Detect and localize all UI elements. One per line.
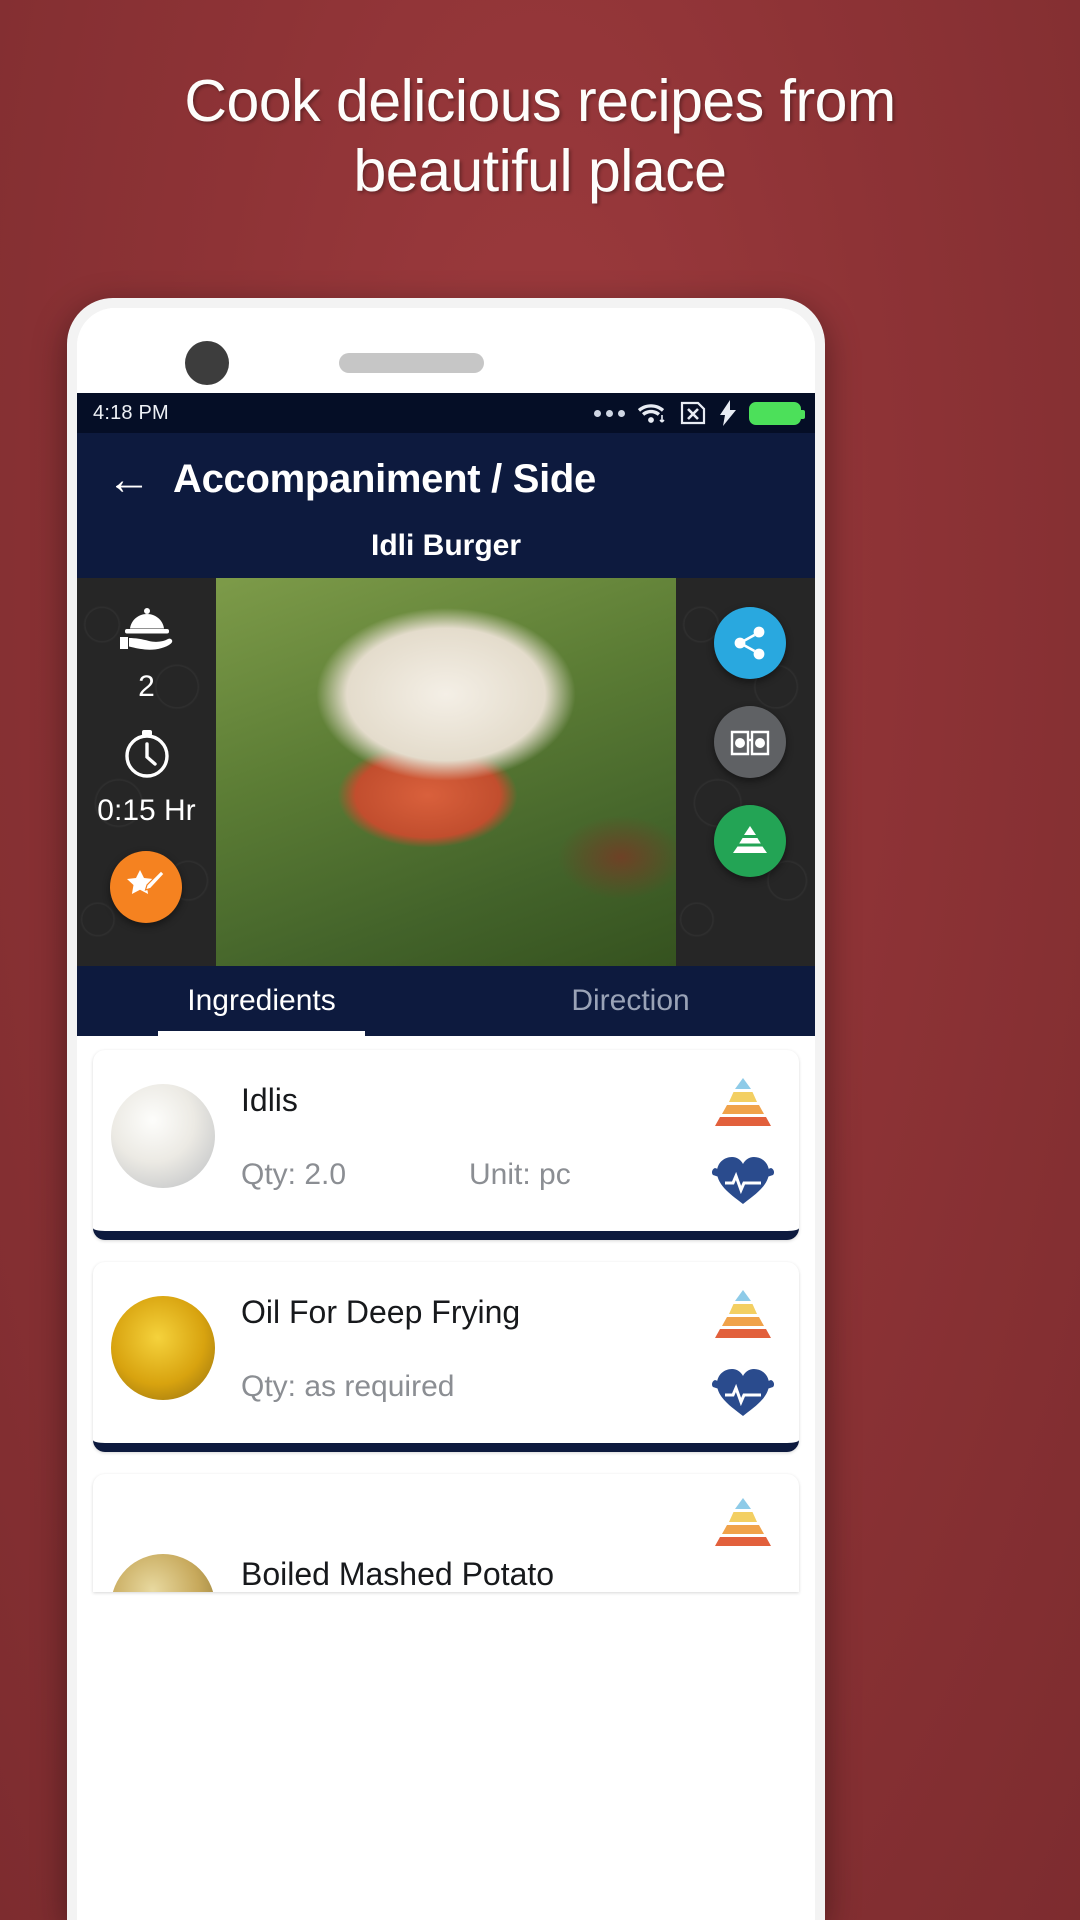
unit-label: Unit: xyxy=(469,1158,531,1191)
servings-value: 2 xyxy=(138,670,155,703)
star-edit-icon xyxy=(127,870,165,894)
tab-ingredients[interactable]: Ingredients xyxy=(77,966,446,1036)
recipe-photo xyxy=(216,578,676,966)
ingredient-name: Boiled Mashed Potato xyxy=(241,1556,555,1592)
ingredient-action-icons xyxy=(709,1496,777,1548)
battery-icon xyxy=(749,401,805,425)
cook-time-value: 0:15 Hr xyxy=(97,794,196,827)
ingredient-qty: Qty: 2.0 xyxy=(241,1158,469,1192)
phone-mockup: 4:18 PM ← Accompaniment / Side Idli Burg… xyxy=(67,298,825,1920)
food-pyramid-button[interactable] xyxy=(714,805,786,877)
food-pyramid-icon[interactable] xyxy=(709,1076,777,1128)
front-camera-icon xyxy=(185,341,229,385)
phone-screen: 4:18 PM ← Accompaniment / Side Idli Burg… xyxy=(77,393,815,1920)
cook-time-stat: 0:15 Hr xyxy=(77,728,216,830)
recipe-title: Idli Burger xyxy=(77,526,815,578)
ingredient-card[interactable]: Boiled Mashed Potato xyxy=(93,1474,799,1592)
hero-left-panel: 2 0:15 Hr xyxy=(77,578,216,966)
muscle-heart-icon[interactable] xyxy=(711,1364,775,1420)
ingredient-card[interactable]: Oil For Deep Frying Qty: as required xyxy=(93,1262,799,1452)
qty-label: Qty: xyxy=(241,1370,297,1403)
charging-bolt-icon xyxy=(719,400,737,426)
unit-value: pc xyxy=(539,1158,571,1191)
status-time: 4:18 PM xyxy=(93,401,169,424)
promo-headline: Cook delicious recipes from beautiful pl… xyxy=(184,68,896,204)
ingredient-name: Oil For Deep Frying xyxy=(241,1294,521,1330)
tab-bar: Ingredients Direction xyxy=(77,966,815,1036)
status-icons xyxy=(594,400,805,426)
ingredient-list[interactable]: Idlis Qty: 2.0 Unit: pc Oil For Deep Fry… xyxy=(77,1036,815,1592)
recipe-hero: 2 0:15 Hr xyxy=(77,578,815,966)
favorite-edit-button[interactable] xyxy=(110,851,182,923)
phone-bezel-top xyxy=(77,308,815,393)
share-button[interactable] xyxy=(714,607,786,679)
qty-label: Qty: xyxy=(241,1158,297,1191)
page-title: Accompaniment / Side xyxy=(173,457,596,501)
no-sim-icon xyxy=(679,400,707,426)
wifi-icon xyxy=(637,401,667,425)
qty-value: 2.0 xyxy=(304,1158,347,1191)
ingredient-thumbnail xyxy=(111,1296,215,1400)
servings-stat: 2 xyxy=(77,606,216,706)
earpiece-speaker xyxy=(339,353,484,373)
tab-direction[interactable]: Direction xyxy=(446,966,815,1036)
phone-body: 4:18 PM ← Accompaniment / Side Idli Burg… xyxy=(77,308,815,1920)
share-icon xyxy=(734,626,765,660)
ingredient-action-icons xyxy=(709,1076,777,1208)
clock-icon xyxy=(77,728,216,792)
food-pyramid-icon xyxy=(733,826,767,853)
ingredient-thumbnail xyxy=(111,1554,215,1592)
food-pyramid-icon[interactable] xyxy=(709,1288,777,1340)
back-button[interactable]: ← xyxy=(107,457,173,502)
status-bar: 4:18 PM xyxy=(77,393,815,433)
read-mode-button[interactable] xyxy=(714,706,786,778)
book-glasses-icon xyxy=(730,730,770,756)
ingredient-qty: Qty: as required xyxy=(241,1370,469,1404)
hero-right-panel xyxy=(676,578,815,966)
ingredient-unit: Unit: pc xyxy=(469,1158,571,1192)
qty-value: as required xyxy=(304,1370,455,1403)
serving-dome-icon xyxy=(77,606,216,668)
food-pyramid-icon[interactable] xyxy=(709,1496,777,1548)
app-bar: ← Accompaniment / Side xyxy=(77,433,815,526)
more-dots-icon xyxy=(594,409,625,417)
muscle-heart-icon[interactable] xyxy=(711,1152,775,1208)
ingredient-name: Idlis xyxy=(241,1082,298,1118)
ingredient-thumbnail xyxy=(111,1084,215,1188)
ingredient-action-icons xyxy=(709,1288,777,1420)
ingredient-card[interactable]: Idlis Qty: 2.0 Unit: pc xyxy=(93,1050,799,1240)
